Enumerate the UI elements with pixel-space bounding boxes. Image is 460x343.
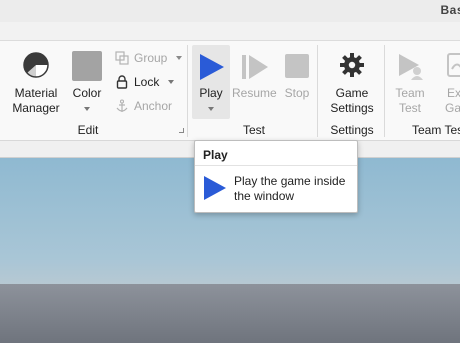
team-test-group-label: Team Test <box>412 123 460 137</box>
material-manager-label-2: Manager <box>12 101 60 115</box>
exit-game-label-1: Ex <box>447 86 460 100</box>
team-test-label-1: Team <box>395 86 425 100</box>
material-manager-button[interactable]: Material Manager <box>10 48 62 120</box>
anchor-label: Anchor <box>134 99 173 113</box>
exit-game-icon <box>447 53 460 77</box>
tooltip-divider <box>195 165 357 166</box>
edit-test-divider <box>187 45 188 137</box>
group-icon <box>115 51 129 65</box>
game-settings-label-1: Game <box>335 86 369 100</box>
stop-icon <box>285 54 309 78</box>
test-group-label: Test <box>242 123 265 137</box>
title-bar: Bas <box>0 0 460 22</box>
exit-game-label-2: Ga <box>445 101 460 115</box>
play-tooltip: Play Play the game inside the window <box>194 140 358 213</box>
anchor-button[interactable]: Anchor <box>115 97 172 115</box>
gear-icon <box>340 53 364 77</box>
edit-group-expand-icon[interactable] <box>179 128 184 133</box>
settings-group-label: Settings <box>330 123 374 137</box>
group-label: Group <box>134 51 168 65</box>
group-dropdown-chevron-icon[interactable] <box>176 56 182 60</box>
lock-dropdown-chevron-icon[interactable] <box>168 80 174 84</box>
material-manager-label-1: Material <box>14 86 58 100</box>
color-button[interactable]: Color <box>68 48 106 120</box>
material-sphere-icon <box>23 52 49 78</box>
exit-game-button[interactable]: Ex Ga <box>438 48 460 120</box>
stop-button[interactable]: Stop <box>279 48 315 108</box>
ribbon-tab-strip <box>0 22 460 41</box>
resume-button[interactable]: Resume <box>232 48 277 108</box>
anchor-icon <box>116 99 128 112</box>
tooltip-description: Play the game inside the window <box>234 174 346 203</box>
lock-icon <box>116 75 128 89</box>
color-dropdown-chevron-icon <box>84 107 90 111</box>
stop-label: Stop <box>284 86 310 100</box>
game-settings-label-2: Settings <box>330 101 374 115</box>
group-button[interactable]: Group <box>115 49 167 67</box>
team-test-label-2: Test <box>398 101 421 115</box>
team-test-button[interactable]: Team Test <box>390 48 430 120</box>
settings-teamtest-divider <box>384 45 385 137</box>
test-settings-divider <box>317 45 318 137</box>
ground-plane <box>0 284 460 343</box>
play-dropdown-chevron-icon <box>208 107 214 111</box>
team-test-icon <box>399 54 423 80</box>
play-button[interactable]: Play <box>192 48 230 118</box>
color-label: Color <box>72 86 102 100</box>
color-swatch-icon <box>72 51 102 81</box>
resume-icon <box>242 55 268 79</box>
play-icon <box>204 176 226 200</box>
resume-label: Resume <box>232 86 277 100</box>
lock-label: Lock <box>134 75 160 89</box>
play-label: Play <box>199 86 223 100</box>
game-settings-button[interactable]: Game Settings <box>326 48 378 120</box>
window-title: Bas <box>440 3 460 17</box>
edit-group-label: Edit <box>77 123 99 137</box>
lock-button[interactable]: Lock <box>115 73 159 91</box>
tooltip-title: Play <box>203 148 228 162</box>
play-icon <box>200 54 224 80</box>
